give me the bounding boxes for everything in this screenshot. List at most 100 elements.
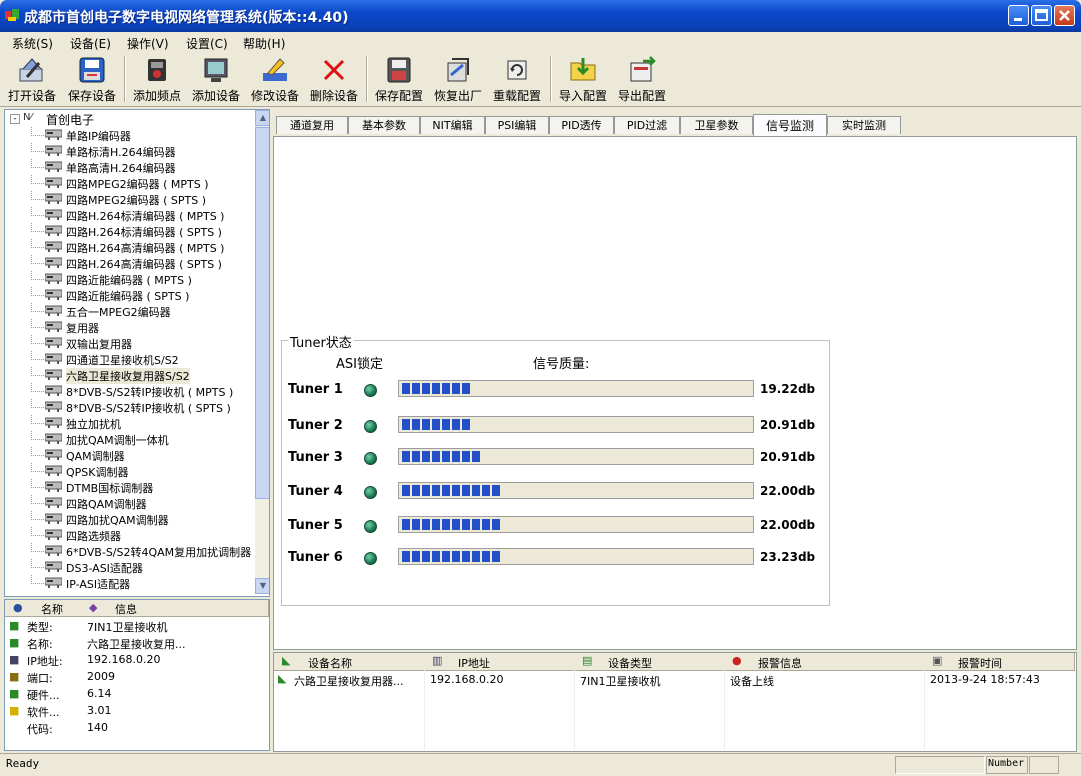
tree-item[interactable]: 加扰QAM调制一体机: [5, 431, 253, 447]
tree-item[interactable]: 复用器: [5, 319, 253, 335]
tree-item[interactable]: 四路H.264高清编码器 ( SPTS ): [5, 255, 253, 271]
import-config-icon: [570, 58, 596, 81]
tree-item[interactable]: 四路选频器: [5, 527, 253, 543]
minimize-button[interactable]: [1008, 5, 1029, 26]
signal-segment: [432, 451, 440, 462]
col-device-type[interactable]: ▤ 设备类型: [574, 653, 725, 671]
tree-item[interactable]: 五合一MPEG2编码器: [5, 303, 253, 319]
tree-item[interactable]: 四路H.264高清编码器 ( MPTS ): [5, 239, 253, 255]
col-device-name[interactable]: ◣ 设备名称: [274, 653, 425, 671]
tree-root[interactable]: - N⁄ 首创电子: [5, 111, 255, 127]
factory-reset-button[interactable]: 恢复出厂: [431, 55, 485, 105]
tree-item[interactable]: 单路标清H.264编码器: [5, 143, 253, 159]
tree-item[interactable]: 8*DVB-S/S2转IP接收机 ( SPTS ): [5, 399, 253, 415]
tab-4[interactable]: PID透传: [549, 116, 614, 134]
title-bar[interactable]: 成都市首创电子数字电视网络管理系统(版本::4.40): [0, 0, 1081, 32]
edit-device-button[interactable]: 修改设备: [249, 55, 301, 105]
open-device-button[interactable]: 打开设备: [6, 55, 58, 105]
save-device-button[interactable]: 保存设备: [66, 55, 118, 105]
menu-device[interactable]: 设备(E): [70, 35, 111, 52]
signal-segment: [442, 485, 450, 496]
scroll-up-button[interactable]: ▲: [255, 110, 269, 126]
tree-item[interactable]: DTMB国标调制器: [5, 479, 253, 495]
import-config-button[interactable]: 导入配置: [556, 55, 610, 105]
menu-settings[interactable]: 设置(C): [186, 35, 228, 52]
tree-item[interactable]: 四路MPEG2编码器 ( MPTS ): [5, 175, 253, 191]
tree-item[interactable]: 8*DVB-S/S2转IP接收机 ( MPTS ): [5, 383, 253, 399]
tree-connector: [31, 319, 44, 328]
status-pane-empty: [1029, 756, 1059, 774]
tab-3[interactable]: PSI编辑: [485, 116, 549, 134]
tree-connector: [31, 543, 44, 552]
add-frequency-button[interactable]: 添加频点: [130, 55, 184, 105]
close-button[interactable]: [1054, 5, 1075, 26]
tree-item-label: 四路H.264高清编码器 ( MPTS ): [66, 242, 225, 255]
export-config-button[interactable]: 导出配置: [615, 55, 669, 105]
tree-item[interactable]: 四路QAM调制器: [5, 495, 253, 511]
tree-connector: [31, 559, 44, 568]
maximize-button[interactable]: [1031, 5, 1052, 26]
tree-item[interactable]: 四路加扰QAM调制器: [5, 511, 253, 527]
col-ip-address[interactable]: ▥ IP地址: [424, 653, 575, 671]
table-row[interactable]: ◣ 六路卫星接收复用器... 192.168.0.20 7IN1卫星接收机 设备…: [274, 671, 1074, 689]
signal-segment: [412, 485, 420, 496]
tree-item[interactable]: 双输出复用器: [5, 335, 253, 351]
reload-config-button[interactable]: 重载配置: [490, 55, 544, 105]
tab-5[interactable]: PID过滤: [614, 116, 680, 134]
info-header-name[interactable]: ● 名称: [5, 600, 206, 617]
scroll-thumb[interactable]: [255, 127, 269, 499]
signal-quality-bar: [398, 448, 754, 465]
tuner-name: Tuner 5: [288, 518, 343, 533]
tree-item[interactable]: 四路H.264标清编码器 ( MPTS ): [5, 207, 253, 223]
tree-item[interactable]: 四路MPEG2编码器 ( SPTS ): [5, 191, 253, 207]
signal-segment: [402, 551, 410, 562]
delete-device-button[interactable]: 删除设备: [308, 55, 360, 105]
tree-item[interactable]: 单路IP编码器: [5, 127, 253, 143]
tuner-group-title: Tuner状态: [288, 332, 354, 351]
signal-segment: [462, 383, 470, 394]
col-alarm-info[interactable]: ● 报警信息: [724, 653, 925, 671]
add-device-button[interactable]: 添加设备: [190, 55, 242, 105]
signal-segment: [442, 383, 450, 394]
tab-1[interactable]: 基本参数: [348, 116, 420, 134]
device-icon: [44, 433, 63, 445]
tree-item[interactable]: 四路近能编码器 ( SPTS ): [5, 287, 253, 303]
tree-item-selected[interactable]: 六路卫星接收复用器S/S2: [5, 367, 253, 384]
device-tree[interactable]: - N⁄ 首创电子 单路IP编码器 单路标清H.264编码器 单路高清H.264编码…: [4, 109, 270, 597]
tab-2[interactable]: NIT编辑: [420, 116, 485, 134]
tree-item[interactable]: 独立加扰机: [5, 415, 253, 431]
tree-item[interactable]: 单路高清H.264编码器: [5, 159, 253, 175]
save-config-button[interactable]: 保存配置: [372, 55, 426, 105]
tree-item[interactable]: IP-ASI适配器: [5, 575, 253, 591]
menu-help[interactable]: 帮助(H): [243, 35, 285, 52]
tree-item[interactable]: 四路近能编码器 ( MPTS ): [5, 271, 253, 287]
tree-item[interactable]: 四通道卫星接收机S/S2: [5, 351, 253, 367]
signal-segment: [482, 551, 490, 562]
tab-0[interactable]: 通道复用: [276, 116, 348, 134]
collapse-toggle-icon[interactable]: -: [10, 114, 20, 124]
menu-operation[interactable]: 操作(V): [127, 35, 169, 52]
tree-item-label: 复用器: [66, 322, 99, 335]
tab-8[interactable]: 实时监测: [827, 116, 901, 134]
alarm-list[interactable]: ◣ 设备名称 ▥ IP地址 ▤ 设备类型 ● 报警信息 ▣ 报警时间 ◣ 六路卫…: [273, 652, 1077, 752]
device-icon: [44, 241, 63, 253]
tree-item[interactable]: 6*DVB-S/S2转4QAM复用加扰调制器: [5, 543, 253, 559]
signal-quality-bar: [398, 416, 754, 433]
tree-item[interactable]: DS3-ASI适配器: [5, 559, 253, 575]
tree-item[interactable]: 四路H.264标清编码器 ( SPTS ): [5, 223, 253, 239]
tree-scrollbar[interactable]: ▲ ▼: [255, 110, 269, 594]
tab-6[interactable]: 卫星参数: [680, 116, 753, 134]
device-icon: [44, 577, 63, 589]
minimize-icon: [1014, 18, 1022, 21]
tree-item-label: 6*DVB-S/S2转4QAM复用加扰调制器: [66, 546, 252, 559]
col-alarm-time[interactable]: ▣ 报警时间: [924, 653, 1075, 671]
info-header-value[interactable]: [205, 600, 269, 617]
tab-7[interactable]: 信号监测: [753, 114, 827, 136]
time-header-icon: ▣: [932, 654, 943, 667]
scroll-down-button[interactable]: ▼: [255, 578, 269, 594]
tree-item[interactable]: QPSK调制器: [5, 463, 253, 479]
tree-item[interactable]: QAM调制器: [5, 447, 253, 463]
alarm-ip: 192.168.0.20: [430, 673, 504, 686]
signal-quality-bar: [398, 482, 754, 499]
menu-system[interactable]: 系统(S): [12, 35, 53, 52]
